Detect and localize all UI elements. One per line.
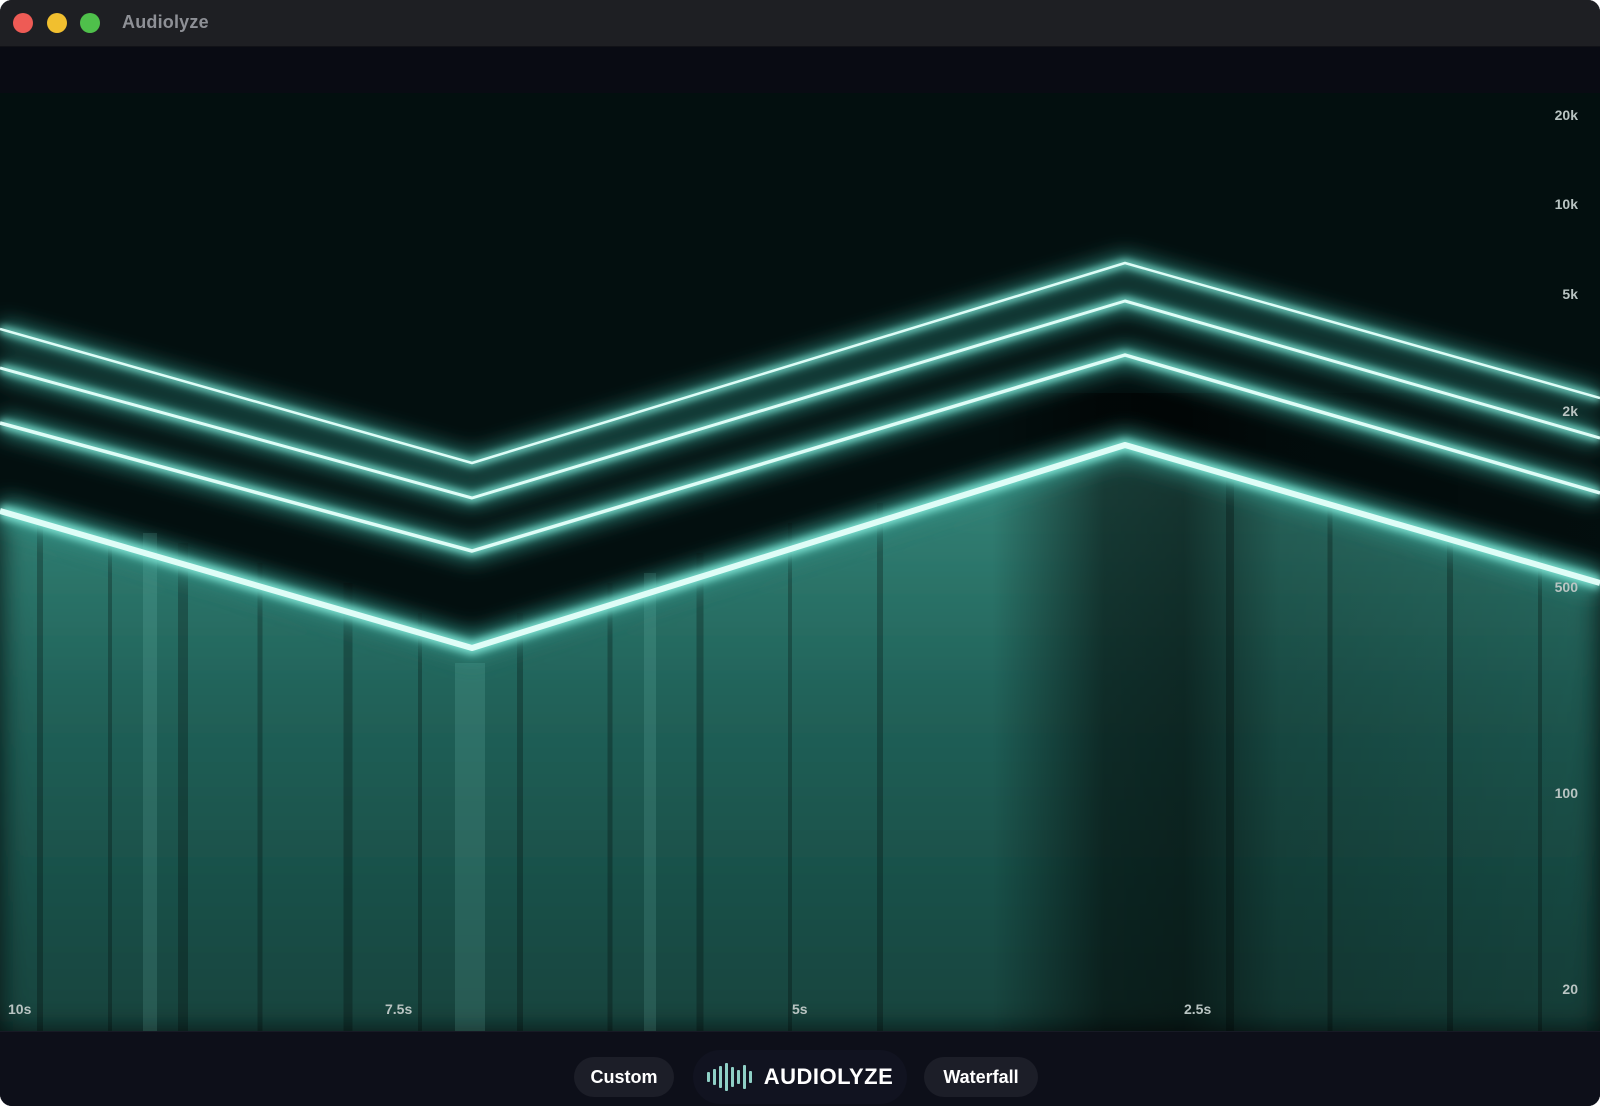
- waterfall-button[interactable]: Waterfall: [924, 1057, 1038, 1097]
- freq-label: 20: [1562, 981, 1578, 997]
- freq-label: 500: [1554, 579, 1578, 595]
- freq-label: 10k: [1554, 196, 1578, 212]
- waveform-icon: [706, 1062, 752, 1092]
- app-window: Audiolyze 20k 10k 5k 2k 500 100 20 10s 7…: [0, 0, 1600, 1106]
- time-label: 7.5s: [385, 1001, 413, 1017]
- time-label: 5s: [792, 1001, 808, 1017]
- spectrogram-canvas: [0, 254, 1600, 1031]
- spectrogram-view[interactable]: 20k 10k 5k 2k 500 100 20 10s 7.5s 5s 2.5…: [0, 93, 1600, 1031]
- close-button[interactable]: [13, 13, 33, 33]
- time-label: 10s: [8, 1001, 32, 1017]
- bottom-bar: Custom AUDIOLYZE Waterfall: [0, 1031, 1600, 1106]
- title-bar: Audiolyze: [0, 0, 1600, 47]
- freq-label: 100: [1554, 785, 1578, 801]
- freq-label: 5k: [1562, 286, 1578, 302]
- toolbar-strip: [0, 47, 1600, 93]
- freq-label: 20k: [1554, 107, 1578, 123]
- custom-button[interactable]: Custom: [574, 1057, 674, 1097]
- time-label: 2.5s: [1184, 1001, 1212, 1017]
- logo-text: AUDIOLYZE: [763, 1064, 894, 1089]
- window-title: Audiolyze: [122, 12, 209, 32]
- freq-label: 2k: [1562, 403, 1578, 419]
- minimize-button[interactable]: [47, 13, 67, 33]
- zoom-button[interactable]: [80, 13, 100, 33]
- audiolyze-logo-button[interactable]: AUDIOLYZE: [693, 1050, 907, 1104]
